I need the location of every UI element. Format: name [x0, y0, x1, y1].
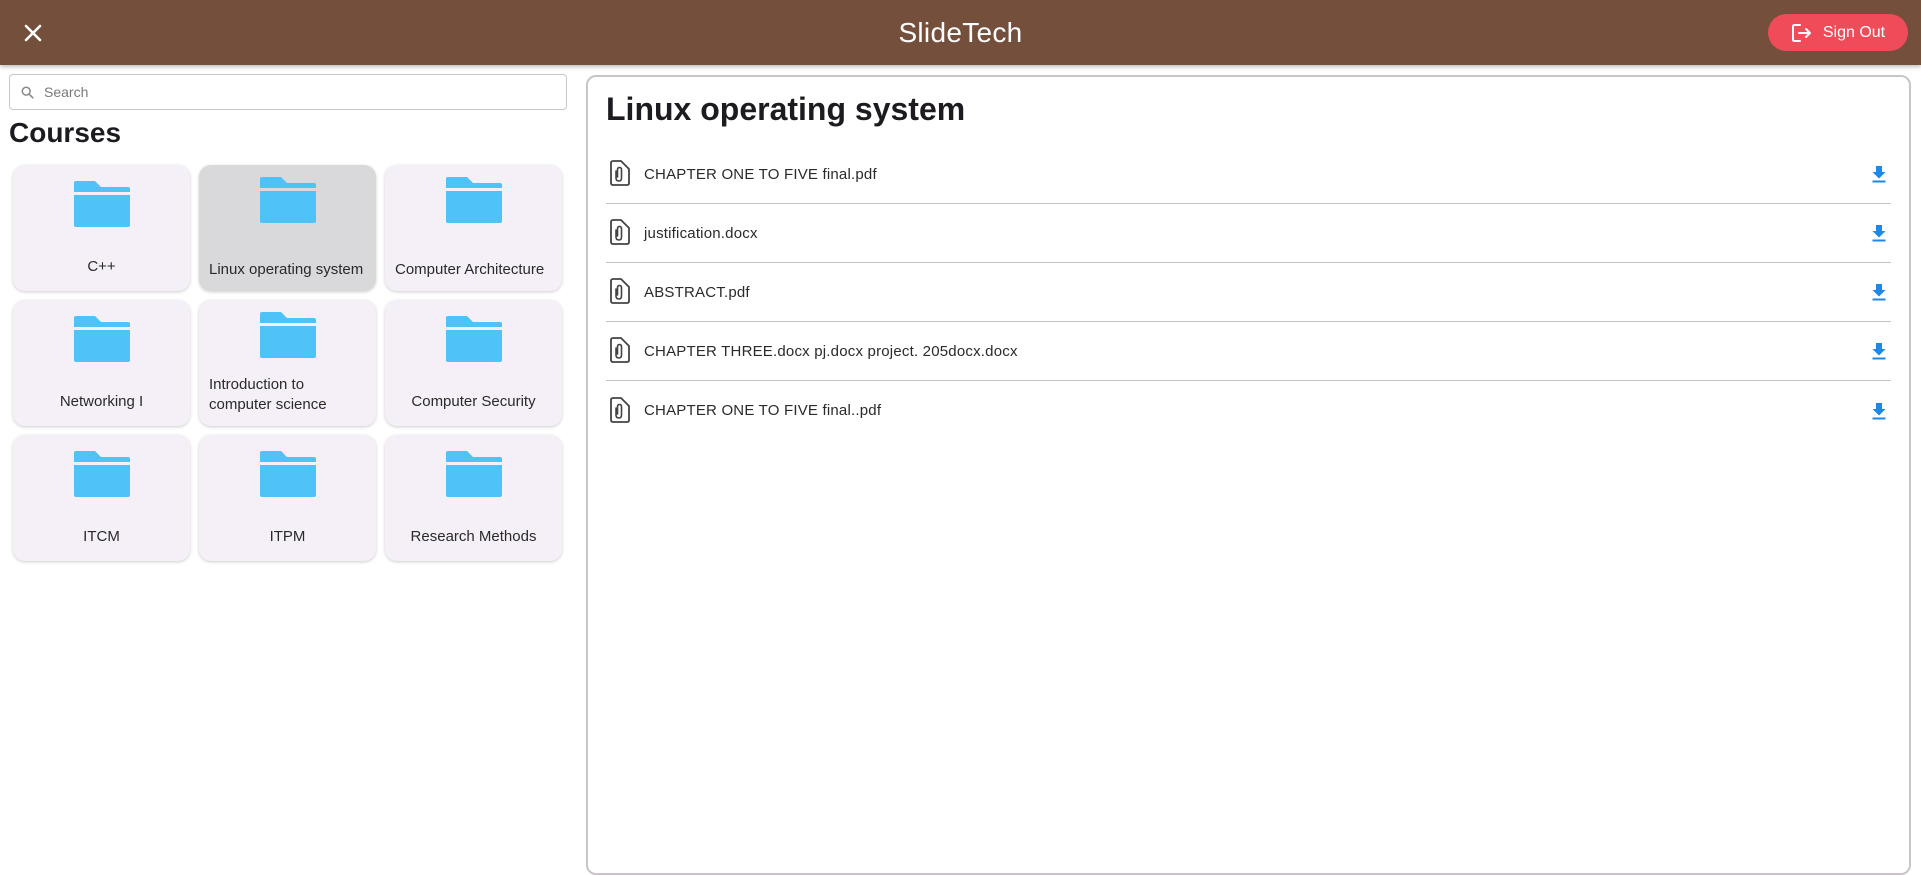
logout-icon — [1791, 23, 1811, 42]
folder-icon — [445, 451, 502, 497]
app-bar: SlideTech Sign Out — [0, 0, 1921, 65]
app-title: SlideTech — [898, 16, 1023, 48]
folder-icon — [259, 312, 316, 358]
file-name: justification.docx — [644, 224, 758, 242]
course-card-linux-operating-system[interactable]: Linux operating system — [199, 165, 376, 291]
file-name: CHAPTER THREE.docx pj.docx project. 205d… — [644, 342, 1018, 360]
course-label: ITCM — [83, 528, 120, 545]
file-list-item[interactable]: justification.docx — [606, 204, 1891, 263]
search-icon — [10, 86, 44, 99]
course-card-research-methods[interactable]: Research Methods — [385, 435, 562, 561]
attachment-file-icon — [608, 337, 634, 365]
close-icon — [24, 24, 42, 42]
attachment-file-icon — [608, 219, 634, 247]
search-input[interactable] — [44, 75, 566, 109]
courses-sidebar: Courses C++ Linux operating system Compu… — [0, 65, 575, 861]
file-name: ABSTRACT.pdf — [644, 283, 750, 301]
close-button[interactable] — [14, 14, 52, 52]
sign-out-label: Sign Out — [1822, 23, 1886, 41]
file-list-item[interactable]: CHAPTER ONE TO FIVE final..pdf — [606, 381, 1891, 440]
course-label: Linux operating system — [209, 261, 364, 278]
course-label: C++ — [87, 258, 116, 275]
course-card-itpm[interactable]: ITPM — [199, 435, 376, 561]
download-icon — [1872, 166, 1886, 183]
file-name: CHAPTER ONE TO FIVE final.pdf — [644, 165, 877, 183]
download-button[interactable] — [1867, 399, 1891, 423]
course-title: Linux operating system — [606, 91, 966, 127]
attachment-file-icon — [608, 160, 634, 188]
course-label: Networking I — [59, 393, 144, 410]
attachment-file-icon — [608, 278, 634, 306]
course-card-cpp[interactable]: C++ — [13, 165, 190, 291]
course-card-networking-i[interactable]: Networking I — [13, 300, 190, 426]
course-label: Computer Architecture — [395, 261, 545, 278]
course-label: ITPM — [269, 528, 306, 545]
download-icon — [1872, 343, 1886, 360]
course-card-itcm[interactable]: ITCM — [13, 435, 190, 561]
course-grid: C++ Linux operating system Computer Arch… — [13, 165, 563, 561]
download-button[interactable] — [1867, 339, 1891, 363]
download-icon — [1872, 402, 1886, 419]
download-icon — [1872, 284, 1886, 301]
file-list-item[interactable]: ABSTRACT.pdf — [606, 263, 1891, 322]
course-card-computer-security[interactable]: Computer Security — [385, 300, 562, 426]
search-box[interactable] — [9, 74, 567, 110]
folder-icon — [445, 316, 502, 362]
download-button[interactable] — [1867, 162, 1891, 186]
course-label: Introduction to computer science — [209, 376, 327, 413]
download-icon — [1872, 225, 1886, 242]
folder-icon — [73, 316, 130, 362]
course-label: Research Methods — [410, 528, 537, 545]
course-label: Computer Security — [411, 393, 536, 410]
courses-heading: Courses — [9, 117, 122, 148]
course-card-introduction-to-computer-science[interactable]: Introduction to computer science — [199, 300, 376, 426]
download-button[interactable] — [1867, 221, 1891, 245]
folder-icon — [73, 181, 130, 227]
course-card-computer-architecture[interactable]: Computer Architecture — [385, 165, 562, 291]
attachment-file-icon — [608, 396, 634, 425]
course-content-panel: Linux operating system CHAPTER ONE TO FI… — [586, 75, 1911, 875]
file-list-item[interactable]: CHAPTER THREE.docx pj.docx project. 205d… — [606, 322, 1891, 381]
download-button[interactable] — [1867, 280, 1891, 304]
file-list-item[interactable]: CHAPTER ONE TO FIVE final.pdf — [606, 145, 1891, 204]
folder-icon — [259, 177, 316, 223]
file-name: CHAPTER ONE TO FIVE final..pdf — [644, 402, 882, 419]
sign-out-button[interactable]: Sign Out — [1768, 14, 1908, 51]
folder-icon — [259, 451, 316, 497]
folder-icon — [73, 451, 130, 497]
file-list: CHAPTER ONE TO FIVE final.pdf justificat… — [606, 145, 1891, 440]
folder-icon — [445, 177, 502, 223]
